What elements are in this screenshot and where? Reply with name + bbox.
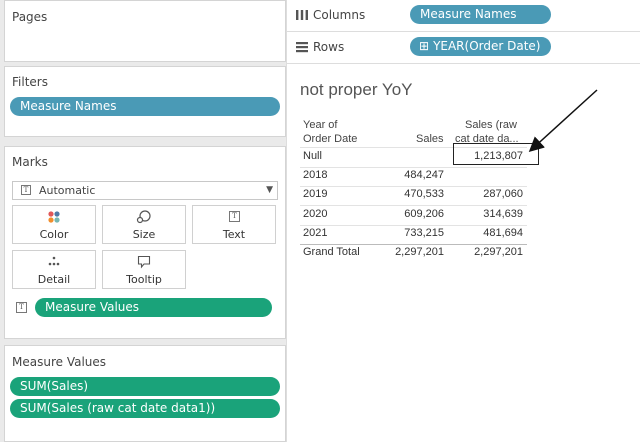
tooltip-button[interactable]: Tooltip	[102, 250, 186, 289]
filter-pill-measure-names[interactable]: Measure Names	[10, 97, 280, 116]
columns-shelf: Columns Measure Names	[286, 0, 640, 32]
measure-values-title: Measure Values	[12, 355, 107, 369]
mark-type-dropdown[interactable]: T Automatic ▼	[12, 181, 278, 200]
marks-card: Marks T Automatic ▼ Color Size T Text De…	[4, 146, 286, 339]
text-button-label: Text	[222, 228, 246, 241]
annotation-arrow	[528, 89, 598, 153]
left-panel: Pages Filters Measure Names Marks T Auto…	[0, 0, 286, 442]
filters-title: Filters	[12, 75, 48, 89]
measure-pill-sum-sales-raw[interactable]: SUM(Sales (raw cat date data1))	[10, 399, 280, 418]
measure-values-card: Measure Values SUM(Sales) SUM(Sales (raw…	[4, 345, 286, 442]
expand-icon: ⊞	[419, 39, 430, 53]
text-button[interactable]: T Text	[192, 205, 276, 244]
detail-button-label: Detail	[37, 273, 71, 286]
measure-pill-sum-sales[interactable]: SUM(Sales)	[10, 377, 280, 396]
columns-label: Columns	[313, 8, 366, 22]
color-button[interactable]: Color	[12, 205, 96, 244]
chevron-down-icon: ▼	[266, 185, 273, 195]
color-button-label: Color	[39, 228, 69, 241]
text-icon: T	[193, 210, 275, 224]
marks-title: Marks	[12, 155, 48, 169]
rows-icon	[295, 41, 309, 56]
mark-type-label: Automatic	[39, 184, 96, 197]
rows-label: Rows	[313, 40, 345, 54]
detail-button[interactable]: Detail	[12, 250, 96, 289]
text-mark-icon: T	[21, 185, 31, 195]
filters-card: Filters Measure Names	[4, 66, 286, 137]
marks-pill-measure-values[interactable]: Measure Values	[35, 298, 272, 317]
detail-icon	[13, 255, 95, 269]
rows-pill-year-order-date[interactable]: ⊞ YEAR(Order Date)	[410, 37, 551, 56]
rows-shelf: Rows ⊞ YEAR(Order Date)	[286, 32, 640, 64]
pages-title: Pages	[12, 10, 48, 24]
size-icon	[103, 210, 185, 224]
size-button[interactable]: Size	[102, 205, 186, 244]
rows-pill-label: YEAR(Order Date)	[433, 39, 541, 53]
pages-card: Pages	[4, 0, 286, 62]
columns-icon	[295, 9, 309, 24]
viz-view: not proper YoY Year of Order Date Sales …	[286, 64, 640, 442]
size-button-label: Size	[132, 228, 156, 241]
columns-pill-measure-names[interactable]: Measure Names	[410, 5, 551, 24]
text-mark-icon: T	[16, 302, 27, 313]
color-dots-icon	[13, 210, 95, 224]
tooltip-icon	[103, 255, 185, 269]
tooltip-button-label: Tooltip	[126, 273, 162, 286]
